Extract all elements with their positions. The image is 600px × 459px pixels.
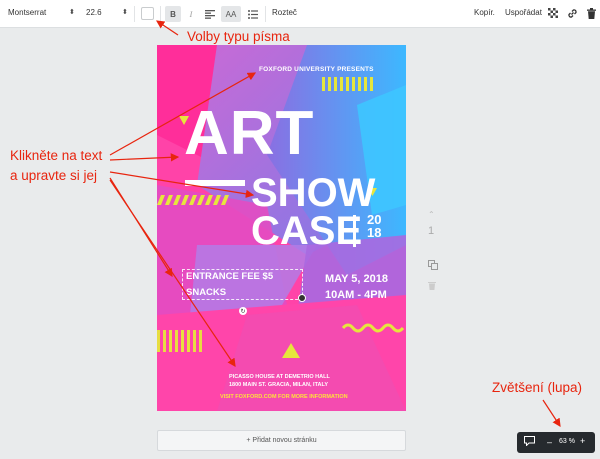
- list-button[interactable]: [245, 6, 261, 22]
- zoom-in-button[interactable]: +: [580, 436, 585, 446]
- annotation-click-text-line1: Klikněte na text: [10, 148, 103, 163]
- duplicate-page-button[interactable]: [428, 260, 438, 272]
- bullet-list-icon: [248, 9, 258, 19]
- link-button[interactable]: [566, 7, 578, 19]
- annotation-click-text-line2: a upravte si jej: [10, 168, 98, 183]
- arrange-button[interactable]: Uspořádat: [505, 8, 542, 17]
- bold-button[interactable]: B: [165, 6, 181, 22]
- duplicate-icon: [428, 260, 438, 270]
- page-number: 1: [428, 225, 435, 237]
- poster-year-bottom: 18: [367, 225, 382, 240]
- annotation-font-options: Volby typu písma: [187, 29, 290, 44]
- copy-button[interactable]: Kopír.: [474, 8, 495, 17]
- page-up-icon[interactable]: ⌃: [428, 210, 435, 219]
- comment-bubble-icon: [524, 436, 535, 447]
- poster-university-text[interactable]: FOXFORD UNIVERSITY PRESENTS: [259, 66, 374, 73]
- poster-venue[interactable]: PICASSO HOUSE AT DEMETRIO HALL 1800 MAIN…: [229, 373, 330, 389]
- poster-venue-line1: PICASSO HOUSE AT DEMETRIO HALL: [229, 374, 330, 380]
- poster-date[interactable]: MAY 5, 2018: [325, 273, 388, 285]
- poster-time[interactable]: 10AM - 4PM: [325, 289, 387, 301]
- zoom-level: 63 %: [559, 438, 575, 445]
- link-icon: [567, 8, 577, 18]
- add-page-button[interactable]: + Přidat novou stránku: [157, 430, 406, 451]
- text-color-swatch[interactable]: [141, 7, 154, 20]
- poster-title-show[interactable]: SHOW: [251, 173, 375, 213]
- comment-icon[interactable]: [524, 436, 535, 448]
- poster-canvas[interactable]: FOXFORD UNIVERSITY PRESENTS ART SHOW CAS…: [157, 45, 406, 411]
- resize-handle[interactable]: [298, 294, 306, 302]
- font-family-chevron-icon[interactable]: ⬍: [69, 8, 75, 16]
- uppercase-button[interactable]: AA: [221, 6, 241, 22]
- toolbar-divider: [265, 6, 266, 22]
- zoom-out-button[interactable]: –: [547, 437, 552, 447]
- delete-page-button[interactable]: [428, 281, 436, 292]
- font-size-select[interactable]: 22.6: [86, 8, 102, 17]
- font-family-select[interactable]: Montserrat: [8, 8, 46, 17]
- transparency-button[interactable]: [547, 7, 559, 19]
- poster-year[interactable]: 20 18: [367, 213, 381, 239]
- align-left-icon: [205, 9, 215, 19]
- align-left-button[interactable]: [202, 6, 218, 22]
- delete-button[interactable]: [585, 7, 597, 19]
- spacing-button[interactable]: Rozteč: [272, 8, 297, 17]
- poster-title-art[interactable]: ART: [184, 103, 314, 165]
- page-trash-icon: [428, 282, 436, 290]
- font-size-chevron-icon[interactable]: ⬍: [122, 8, 128, 16]
- text-toolbar: Montserrat ⬍ 22.6 ⬍ B I AA Rozteč Kopír.…: [0, 0, 600, 28]
- text-selection-box[interactable]: [182, 269, 303, 300]
- trash-icon: [586, 7, 596, 19]
- poster-venue-line2: 1800 MAIN ST. GRACIA, MILAN, ITALY: [229, 382, 329, 388]
- rotate-handle-icon[interactable]: ↻: [239, 307, 247, 315]
- toolbar-divider: [134, 6, 135, 22]
- poster-visit-text[interactable]: VISIT FOXFORD.COM FOR MORE INFORMATION: [220, 394, 348, 400]
- poster-title-case[interactable]: CASE: [251, 211, 362, 251]
- poster-vertical-bar: [353, 215, 356, 247]
- transparency-icon: [548, 8, 558, 18]
- zoom-control: – 63 % +: [517, 432, 595, 453]
- toolbar-divider: [160, 6, 161, 22]
- annotation-zoom: Zvětšení (lupa): [492, 380, 583, 395]
- italic-button[interactable]: I: [183, 6, 199, 22]
- poster-white-bar: [185, 180, 245, 186]
